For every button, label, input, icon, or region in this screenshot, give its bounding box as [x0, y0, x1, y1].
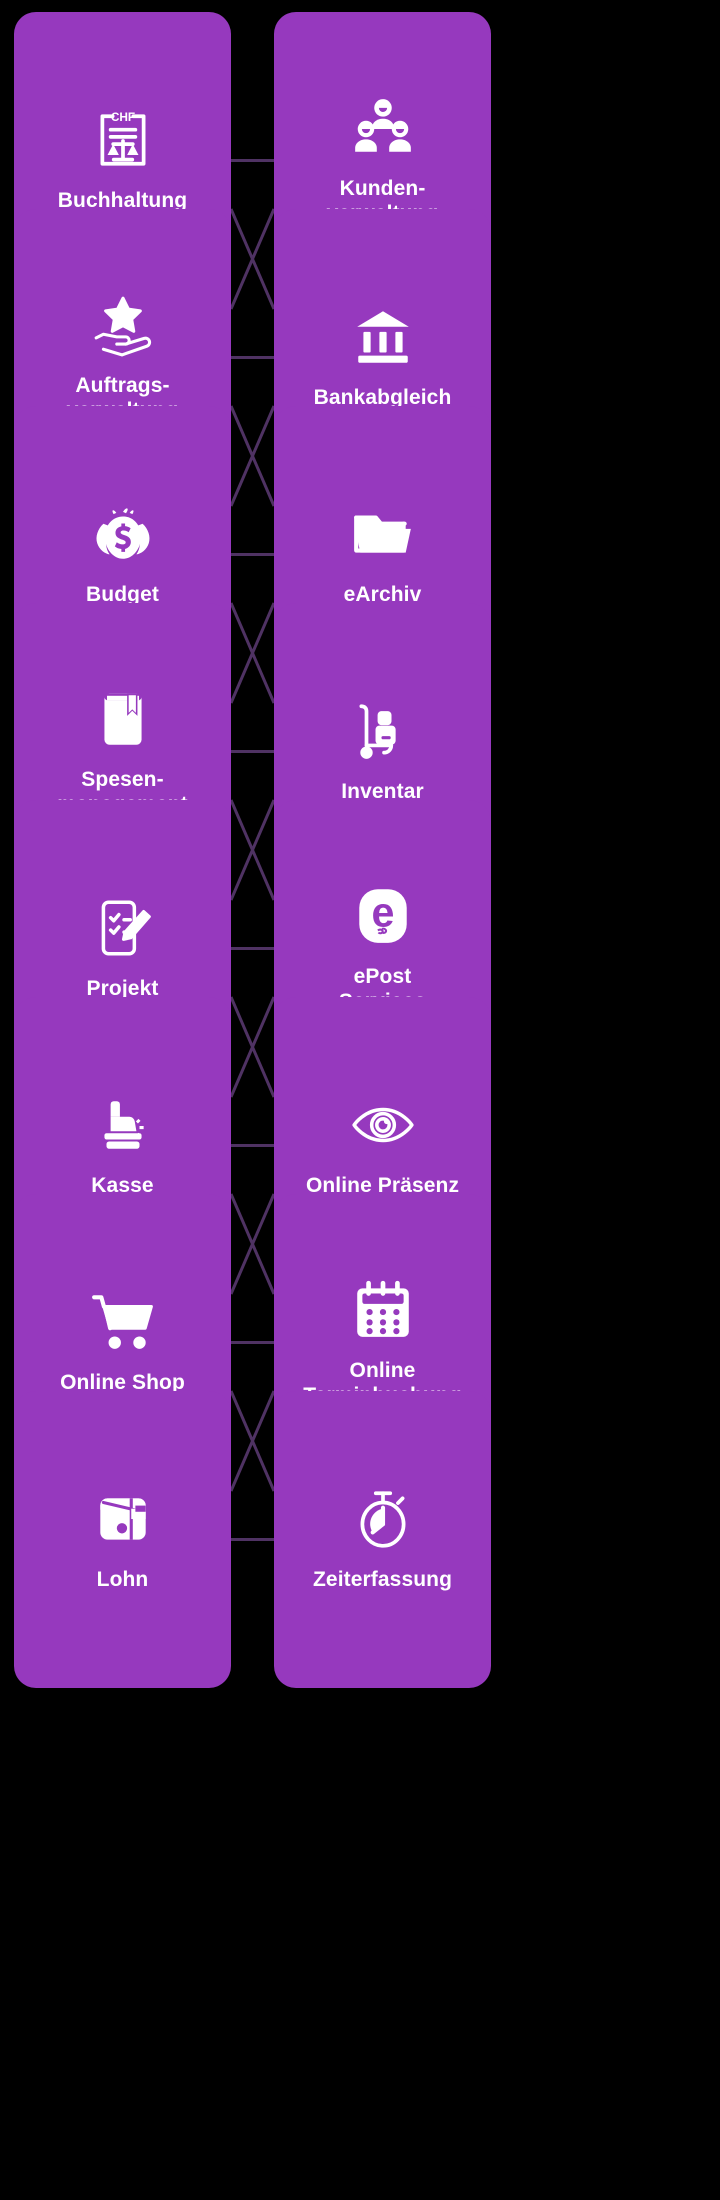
three-people-icon — [350, 95, 416, 161]
module-card-lohn[interactable]: Lohn — [14, 1391, 231, 1688]
bank-building-icon — [350, 304, 416, 370]
wallet-icon — [90, 1486, 156, 1552]
open-folder-icon — [350, 501, 416, 567]
connector-diagonal-up-0 — [229, 208, 276, 310]
connector-diagonal-down-1 — [229, 405, 276, 507]
connector-diagonal-down-2 — [229, 602, 276, 704]
connector-diagonal-up-6 — [229, 1390, 276, 1492]
module-card-label: Zeiterfassung — [313, 1568, 452, 1592]
module-diagram: CHF Buchhaltung Kunden- verwaltung Auftr… — [0, 0, 720, 2200]
connector-diagonal-down-0 — [229, 208, 276, 310]
eye-icon — [350, 1092, 416, 1158]
module-card-label: Lohn — [96, 1568, 149, 1592]
chf-document-scale-icon: CHF — [90, 107, 156, 173]
connector-diagonal-up-5 — [229, 1193, 276, 1295]
connector-diagonal-down-4 — [229, 996, 276, 1098]
hand-truck-icon — [350, 698, 416, 764]
hand-star-icon — [90, 292, 156, 358]
calendar-icon — [350, 1277, 416, 1343]
connector-diagonal-up-3 — [229, 799, 276, 901]
module-card-zeiterfassung[interactable]: Zeiterfassung — [274, 1391, 491, 1688]
connector-diagonal-up-4 — [229, 996, 276, 1098]
epost-e-badge-icon: e — [350, 883, 416, 949]
checklist-pen-icon — [90, 895, 156, 961]
cash-register-icon — [90, 1092, 156, 1158]
book-bookmark-icon — [90, 686, 156, 752]
connector-diagonal-down-3 — [229, 799, 276, 901]
connector-diagonal-up-2 — [229, 602, 276, 704]
connector-diagonal-down-5 — [229, 1193, 276, 1295]
connector-diagonal-down-6 — [229, 1390, 276, 1492]
svg-text:CHF: CHF — [110, 110, 134, 124]
shopping-cart-icon — [90, 1289, 156, 1355]
stopwatch-icon — [350, 1486, 416, 1552]
connector-diagonal-up-1 — [229, 405, 276, 507]
money-bag-dollar-icon — [90, 501, 156, 567]
